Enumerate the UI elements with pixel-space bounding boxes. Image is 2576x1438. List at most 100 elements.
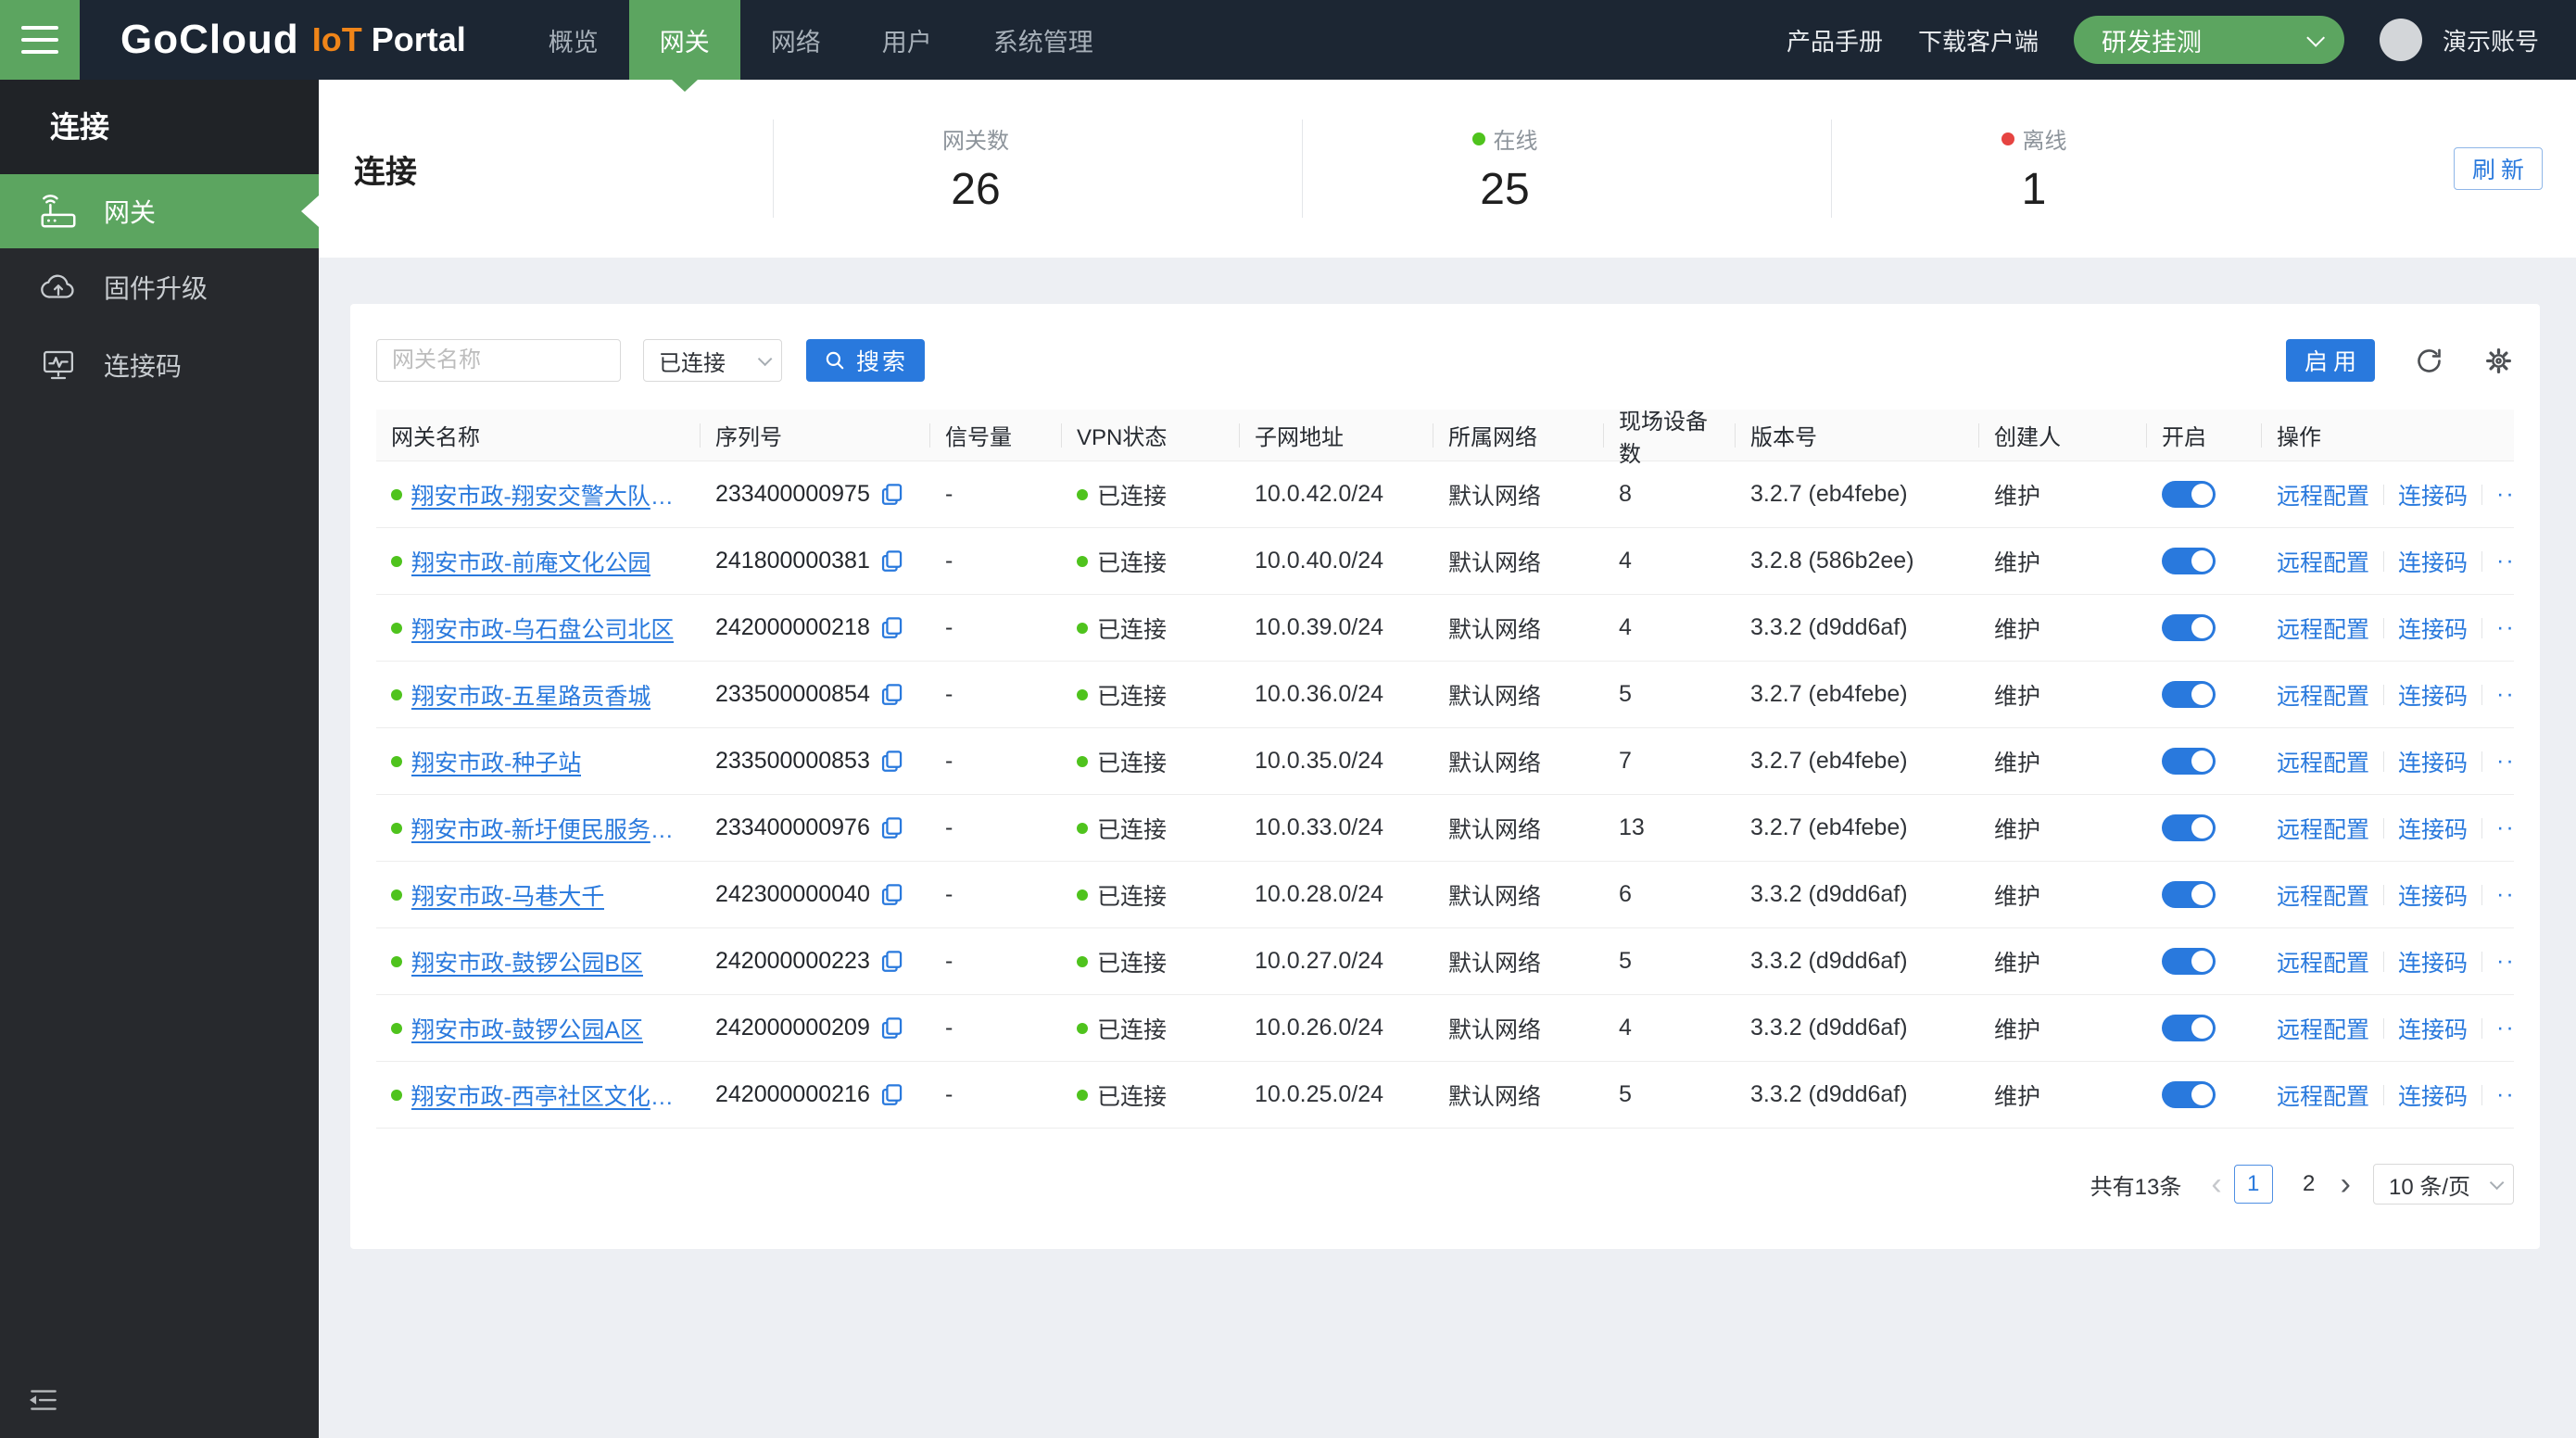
settings-gear-icon[interactable] bbox=[2483, 346, 2514, 376]
sidebar: 连接 网关 固件 bbox=[0, 80, 319, 1438]
page-number-1[interactable]: 1 bbox=[2234, 1165, 2273, 1204]
version-cell: 3.3.2 (d9dd6af) bbox=[1736, 1081, 1979, 1108]
page-size-select[interactable]: 10 条/页 bbox=[2373, 1164, 2514, 1205]
more-actions-icon[interactable]: ··· bbox=[2496, 1081, 2514, 1108]
nav-tab-overview[interactable]: 概览 bbox=[518, 0, 629, 80]
product-manual-link[interactable]: 产品手册 bbox=[1787, 23, 1883, 57]
search-button[interactable]: 搜索 bbox=[806, 339, 925, 382]
more-actions-icon[interactable]: ··· bbox=[2496, 948, 2514, 975]
more-actions-icon[interactable]: ··· bbox=[2496, 614, 2514, 641]
more-actions-icon[interactable]: ··· bbox=[2496, 881, 2514, 908]
copy-serial-icon[interactable] bbox=[879, 682, 904, 707]
connection-code-link[interactable]: 连接码 bbox=[2398, 545, 2468, 578]
remote-config-link[interactable]: 远程配置 bbox=[2277, 545, 2369, 578]
gateway-name-link[interactable]: 翔安市政-鼓锣公园A区 bbox=[411, 1012, 643, 1045]
gateway-enable-toggle[interactable] bbox=[2162, 681, 2216, 708]
vpn-status-dot bbox=[1077, 489, 1088, 500]
more-actions-icon[interactable]: ··· bbox=[2496, 681, 2514, 708]
copy-serial-icon[interactable] bbox=[879, 482, 904, 507]
connection-code-link[interactable]: 连接码 bbox=[2398, 745, 2468, 778]
nav-tab-system[interactable]: 系统管理 bbox=[963, 0, 1124, 80]
connection-code-link[interactable]: 连接码 bbox=[2398, 478, 2468, 511]
connection-code-link[interactable]: 连接码 bbox=[2398, 1012, 2468, 1045]
remote-config-link[interactable]: 远程配置 bbox=[2277, 812, 2369, 845]
subnet-cell: 10.0.25.0/24 bbox=[1240, 1081, 1433, 1108]
gateway-name-link[interactable]: 翔安市政-五星路贡香城 bbox=[411, 678, 650, 712]
vpn-status-cell: 已连接 bbox=[1062, 1078, 1240, 1112]
gateway-name-link[interactable]: 翔安市政-乌石盘公司北区 bbox=[411, 612, 674, 645]
connection-code-link[interactable]: 连接码 bbox=[2398, 1078, 2468, 1112]
gateway-name-link[interactable]: 翔安市政-马巷大千 bbox=[411, 878, 604, 912]
download-client-link[interactable]: 下载客户端 bbox=[1918, 23, 2039, 57]
remote-config-link[interactable]: 远程配置 bbox=[2277, 878, 2369, 912]
copy-serial-icon[interactable] bbox=[879, 882, 904, 907]
copy-serial-icon[interactable] bbox=[879, 815, 904, 840]
gateway-enable-toggle[interactable] bbox=[2162, 948, 2216, 975]
gateway-name-link[interactable]: 翔安市政-前庵文化公园 bbox=[411, 545, 650, 578]
gateway-name-link[interactable]: 翔安市政-翔安交警大队北侧 bbox=[411, 478, 686, 511]
gateway-enable-toggle[interactable] bbox=[2162, 881, 2216, 908]
remote-config-link[interactable]: 远程配置 bbox=[2277, 678, 2369, 712]
remote-config-link[interactable]: 远程配置 bbox=[2277, 945, 2369, 978]
sidebar-item-firmware-upgrade[interactable]: 固件升级 bbox=[0, 248, 319, 326]
refresh-icon[interactable] bbox=[2414, 346, 2444, 376]
avatar[interactable] bbox=[2380, 19, 2422, 61]
gateway-enable-toggle[interactable] bbox=[2162, 481, 2216, 508]
gateway-enable-toggle[interactable] bbox=[2162, 548, 2216, 574]
copy-serial-icon[interactable] bbox=[879, 615, 904, 640]
remote-config-link[interactable]: 远程配置 bbox=[2277, 478, 2369, 511]
gateway-name-cell: 翔安市政-鼓锣公园A区 bbox=[376, 1012, 701, 1045]
copy-serial-icon[interactable] bbox=[879, 949, 904, 974]
connection-code-link[interactable]: 连接码 bbox=[2398, 945, 2468, 978]
refresh-button[interactable]: 刷新 bbox=[2454, 147, 2543, 190]
remote-config-link[interactable]: 远程配置 bbox=[2277, 1012, 2369, 1045]
column-header: VPN状态 bbox=[1062, 410, 1240, 460]
more-actions-icon[interactable]: ··· bbox=[2496, 1015, 2514, 1041]
gateway-name-link[interactable]: 翔安市政-鼓锣公园B区 bbox=[411, 945, 643, 978]
prev-page-icon[interactable]: ‹ bbox=[2207, 1168, 2225, 1200]
vpn-status-text: 已连接 bbox=[1097, 745, 1167, 778]
gateway-enable-toggle[interactable] bbox=[2162, 1081, 2216, 1108]
sidebar-item-connection-code[interactable]: 连接码 bbox=[0, 326, 319, 404]
serial-cell: 242300000040 bbox=[701, 881, 930, 908]
nav-tab-network[interactable]: 网络 bbox=[740, 0, 852, 80]
sidebar-item-gateway[interactable]: 网关 bbox=[0, 174, 319, 248]
gateway-name-link[interactable]: 翔安市政-新圩便民服务中心 bbox=[411, 812, 686, 845]
network-cell: 默认网络 bbox=[1433, 1078, 1604, 1112]
remote-config-link[interactable]: 远程配置 bbox=[2277, 745, 2369, 778]
gateway-name-link[interactable]: 翔安市政-西亭社区文化广场 bbox=[411, 1078, 686, 1112]
more-actions-icon[interactable]: ··· bbox=[2496, 548, 2514, 574]
copy-serial-icon[interactable] bbox=[879, 1015, 904, 1041]
account-name[interactable]: 演示账号 bbox=[2443, 23, 2539, 57]
connection-code-link[interactable]: 连接码 bbox=[2398, 812, 2468, 845]
collapse-sidebar-icon[interactable] bbox=[26, 1382, 61, 1418]
connection-code-link[interactable]: 连接码 bbox=[2398, 678, 2468, 712]
gateway-enable-toggle[interactable] bbox=[2162, 814, 2216, 841]
signal-cell: - bbox=[930, 1081, 1062, 1108]
copy-serial-icon[interactable] bbox=[879, 1082, 904, 1107]
gateway-table-row: 翔安市政-鼓锣公园B区242000000223-已连接10.0.27.0/24默… bbox=[376, 928, 2514, 995]
connection-code-link[interactable]: 连接码 bbox=[2398, 612, 2468, 645]
gateway-enable-toggle[interactable] bbox=[2162, 614, 2216, 641]
connection-code-link[interactable]: 连接码 bbox=[2398, 878, 2468, 912]
page-number-2[interactable]: 2 bbox=[2290, 1165, 2329, 1204]
environment-select[interactable]: 研发挂测 bbox=[2074, 16, 2344, 64]
gateway-enable-toggle[interactable] bbox=[2162, 1015, 2216, 1041]
more-actions-icon[interactable]: ··· bbox=[2496, 814, 2514, 841]
remote-config-link[interactable]: 远程配置 bbox=[2277, 1078, 2369, 1112]
next-page-icon[interactable]: › bbox=[2337, 1168, 2355, 1200]
remote-config-link[interactable]: 远程配置 bbox=[2277, 612, 2369, 645]
nav-tab-users[interactable]: 用户 bbox=[852, 0, 963, 80]
copy-serial-icon[interactable] bbox=[879, 549, 904, 574]
more-actions-icon[interactable]: ··· bbox=[2496, 748, 2514, 775]
connection-status-select[interactable]: 已连接 bbox=[643, 339, 782, 382]
gateway-name-input[interactable] bbox=[376, 339, 621, 382]
enable-button[interactable]: 启用 bbox=[2286, 339, 2375, 382]
more-actions-icon[interactable]: ··· bbox=[2496, 481, 2514, 508]
device-count-cell: 4 bbox=[1604, 614, 1736, 641]
gateway-enable-toggle[interactable] bbox=[2162, 748, 2216, 775]
nav-tab-gateway[interactable]: 网关 bbox=[629, 0, 740, 80]
hamburger-menu-icon[interactable] bbox=[0, 0, 80, 80]
copy-serial-icon[interactable] bbox=[879, 749, 904, 774]
gateway-name-link[interactable]: 翔安市政-种子站 bbox=[411, 745, 581, 778]
